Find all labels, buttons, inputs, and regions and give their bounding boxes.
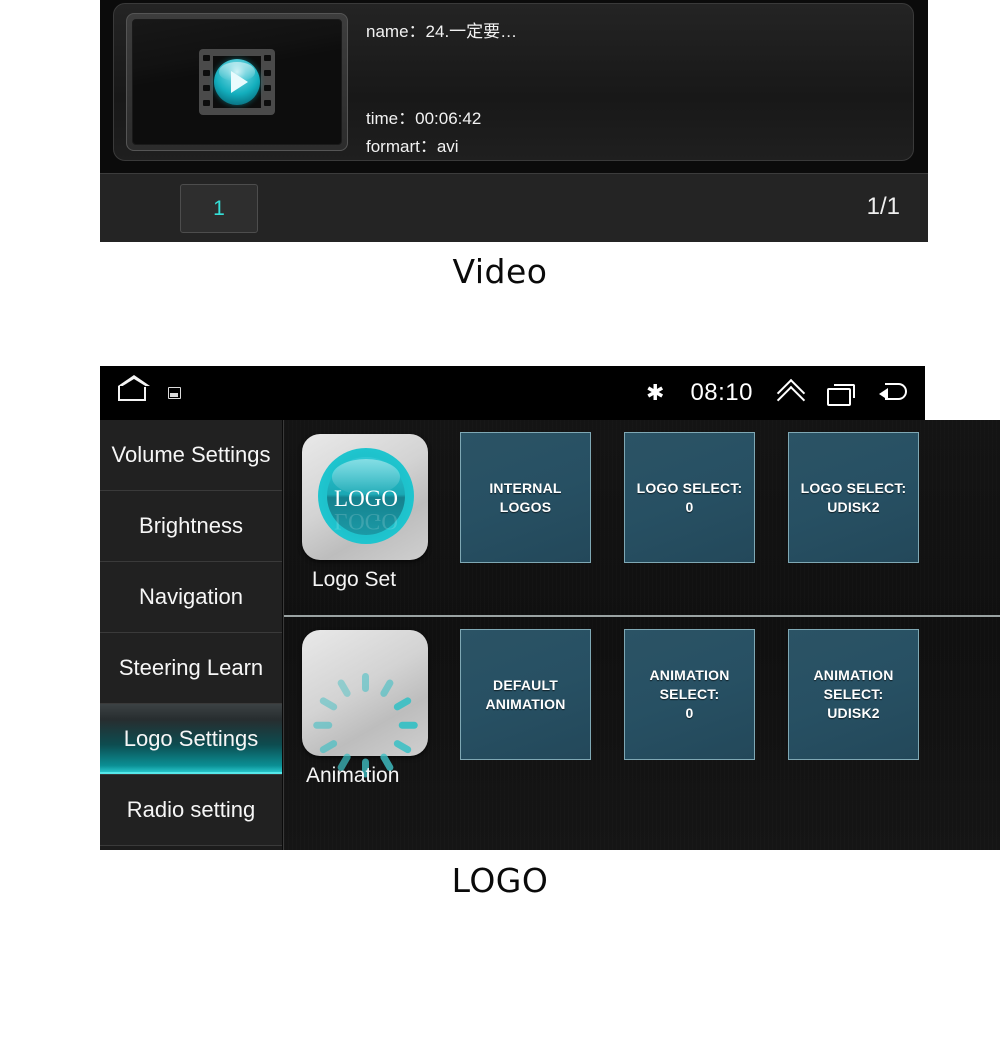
status-bar-right-group: ✱ 08:10	[646, 366, 907, 420]
logo-select-0-button[interactable]: LOGO SELECT: 0	[624, 432, 755, 563]
animation-section: Animation DEFAULT ANIMATION ANIMATION SE…	[284, 617, 1000, 850]
back-icon[interactable]	[879, 383, 907, 403]
sidebar-item-label: Navigation	[139, 584, 243, 609]
sidebar-item-label: Logo Settings	[123, 726, 259, 751]
option-line: ANIMATION	[485, 695, 566, 712]
page-1-button[interactable]: 1	[180, 184, 258, 233]
option-line: INTERNAL LOGOS	[489, 479, 562, 515]
video-format-row: formart：avi	[366, 132, 459, 157]
option-line: 0	[685, 498, 694, 515]
animation-select-0-button[interactable]: ANIMATION SELECT: 0	[624, 629, 755, 760]
sidebar-item-volume-settings[interactable]: Volume Settings	[100, 420, 282, 491]
screenshot-icon[interactable]	[168, 387, 181, 399]
option-line: ANIMATION	[813, 667, 894, 684]
spinner-icon	[312, 654, 418, 778]
video-thumbnail[interactable]	[126, 13, 348, 151]
sidebar-item-label: Radio setting	[126, 797, 256, 822]
status-bar-left-group	[118, 366, 181, 420]
animation-select-udisk2-button[interactable]: ANIMATION SELECT: UDISK2	[788, 629, 919, 760]
animation-app-icon[interactable]	[302, 630, 428, 778]
video-name-value: 24.一定要…	[425, 22, 518, 41]
option-line: SELECT:	[659, 686, 720, 703]
video-name-label: name：	[366, 22, 426, 41]
option-line: LOGO SELECT:	[800, 479, 907, 496]
logo-set-section: LOGO LOGO Logo Set INTERNAL LOGOS LOGO S…	[284, 420, 1000, 615]
recents-icon[interactable]	[827, 384, 855, 406]
video-browser-panel: name：24.一定要… time：00:06:42 formart：avi 1…	[100, 0, 928, 242]
logo-settings-panel: ✱ 08:10 Volume Settings Brightness Navig…	[100, 366, 1000, 850]
video-format-label: formart：	[366, 137, 437, 156]
video-pager-toolbar: 1 1/1	[100, 173, 928, 242]
settings-sidebar: Volume Settings Brightness Navigation St…	[100, 420, 282, 850]
play-button-icon	[214, 59, 260, 105]
home-icon[interactable]	[118, 374, 150, 401]
page-indicator: 1/1	[866, 193, 900, 220]
film-play-icon	[199, 49, 275, 115]
option-line: UDISK2	[827, 704, 880, 721]
logo-panel-caption: LOGO	[451, 861, 549, 900]
logo-set-app-icon[interactable]: LOGO LOGO	[302, 434, 428, 560]
logo-settings-content: LOGO LOGO Logo Set INTERNAL LOGOS LOGO S…	[283, 420, 1000, 850]
option-line: DEFAULT	[493, 676, 558, 693]
video-time-label: time：	[366, 109, 416, 128]
video-format-value: avi	[436, 137, 459, 156]
option-line: SELECT:	[823, 686, 884, 703]
logo-icon-text-reflection: LOGO	[334, 509, 398, 534]
video-thumbnail-surface	[132, 19, 342, 145]
option-line: LOGO SELECT:	[636, 479, 743, 496]
sidebar-item-logo-settings[interactable]: Logo Settings	[100, 704, 282, 775]
video-time-value: 00:06:42	[415, 109, 482, 128]
chevron-double-up-icon[interactable]	[779, 382, 801, 404]
status-bar-clock: 08:10	[690, 379, 753, 406]
logo-set-label: Logo Set	[312, 568, 397, 591]
default-animation-button[interactable]: DEFAULT ANIMATION	[460, 629, 591, 760]
video-name-row: name：24.一定要…	[366, 17, 517, 42]
sidebar-item-label: Volume Settings	[111, 442, 271, 467]
option-line: UDISK2	[827, 498, 880, 515]
sidebar-item-radio-setting[interactable]: Radio setting	[100, 775, 282, 846]
video-time-row: time：00:06:42	[366, 104, 481, 129]
sidebar-item-steering-learn[interactable]: Steering Learn	[100, 633, 282, 704]
video-metadata: name：24.一定要… time：00:06:42 formart：avi	[366, 4, 905, 160]
android-status-bar: ✱ 08:10	[100, 366, 925, 420]
sidebar-item-label: Brightness	[139, 513, 243, 538]
animation-label: Animation	[306, 764, 400, 787]
bluetooth-icon: ✱	[646, 380, 665, 405]
option-line: 0	[685, 704, 694, 721]
video-list-item[interactable]: name：24.一定要… time：00:06:42 formart：avi	[113, 3, 914, 161]
sidebar-item-navigation[interactable]: Navigation	[100, 562, 282, 633]
video-panel-caption: Video	[452, 252, 548, 291]
sidebar-item-label: Steering Learn	[118, 655, 264, 680]
option-line: ANIMATION	[649, 667, 730, 684]
internal-logos-button[interactable]: INTERNAL LOGOS	[460, 432, 591, 563]
logo-select-udisk2-button[interactable]: LOGO SELECT: UDISK2	[788, 432, 919, 563]
sidebar-item-brightness[interactable]: Brightness	[100, 491, 282, 562]
logo-circle-icon: LOGO LOGO	[318, 448, 414, 544]
